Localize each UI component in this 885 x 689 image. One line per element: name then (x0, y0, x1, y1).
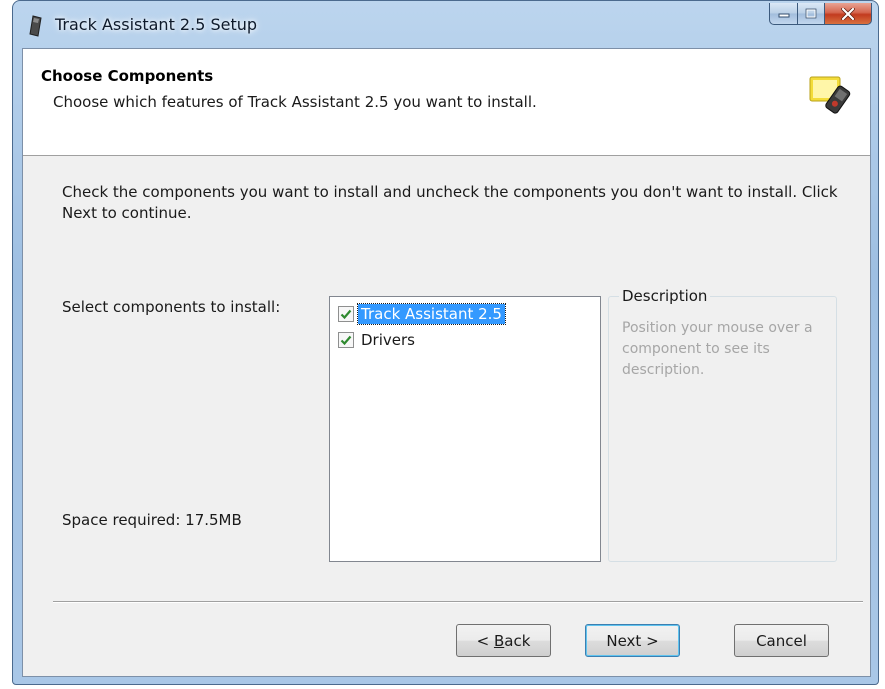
window-title: Track Assistant 2.5 Setup (55, 15, 258, 34)
components-list[interactable]: Track Assistant 2.5 Drivers (329, 296, 601, 562)
wizard-header: Choose Components Choose which features … (23, 49, 870, 156)
page-title: Choose Components (41, 67, 214, 85)
checkmark-icon (340, 335, 352, 345)
title-bar[interactable]: Track Assistant 2.5 Setup (13, 1, 878, 49)
maximize-button[interactable] (797, 3, 824, 25)
component-item-drivers[interactable]: Drivers (338, 329, 418, 351)
description-text: Position your mouse over a component to … (622, 320, 813, 378)
next-button[interactable]: Next > (585, 624, 680, 657)
close-icon (841, 7, 855, 20)
dialog-client-area: Choose Components Choose which features … (22, 48, 871, 677)
page-subtitle: Choose which features of Track Assistant… (53, 93, 537, 111)
back-label-rest: ack (504, 631, 531, 650)
back-prefix: < (476, 631, 494, 650)
usb-drive-icon (29, 15, 42, 37)
footer-separator (53, 601, 863, 603)
setup-window: Track Assistant 2.5 Setup Choose Compone… (12, 0, 879, 685)
minimize-icon (778, 13, 789, 17)
minimize-button[interactable] (769, 3, 797, 25)
select-components-label: Select components to install: (62, 298, 281, 316)
maximize-icon (805, 8, 817, 19)
component-item-track-assistant[interactable]: Track Assistant 2.5 (338, 303, 506, 325)
instructions-text: Check the components you want to install… (62, 183, 838, 222)
description-legend: Description (619, 287, 711, 305)
back-accelerator: B (493, 631, 505, 650)
component-label[interactable]: Track Assistant 2.5 (357, 303, 506, 325)
close-button[interactable] (824, 3, 872, 25)
gps-device-icon (809, 76, 851, 114)
back-button[interactable]: < Back (456, 624, 551, 657)
cancel-button[interactable]: Cancel (734, 624, 829, 657)
component-checkbox[interactable] (338, 306, 354, 322)
component-label[interactable]: Drivers (358, 330, 418, 350)
window-controls (769, 3, 872, 25)
checkmark-icon (340, 309, 352, 319)
space-required-label: Space required: 17.5MB (62, 511, 242, 529)
component-checkbox[interactable] (338, 332, 354, 348)
